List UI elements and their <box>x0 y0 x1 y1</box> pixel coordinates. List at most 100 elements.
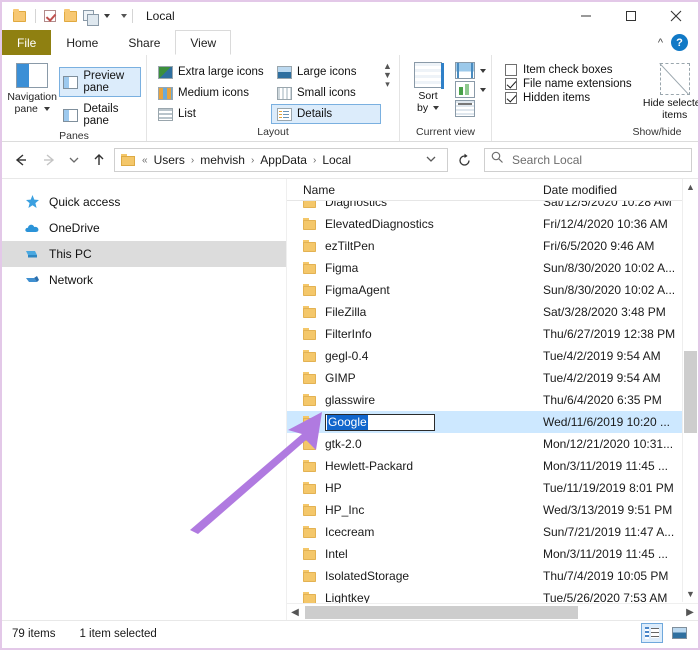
file-name-cell[interactable]: Figma <box>287 261 537 275</box>
details-view-icon[interactable] <box>641 623 663 643</box>
rename-input[interactable]: Google <box>325 413 435 431</box>
item-check-boxes-checkbox[interactable] <box>505 64 517 76</box>
back-arrow-icon[interactable] <box>8 147 34 173</box>
checkbox-icon[interactable] <box>41 7 59 25</box>
copy-icon[interactable] <box>81 7 99 26</box>
file-name-cell[interactable]: Hewlett-Packard <box>287 459 537 473</box>
table-row[interactable]: Figma Sun/8/30/2020 10:02 A... <box>287 257 698 279</box>
hidden-items-option[interactable]: Hidden items <box>505 92 632 104</box>
customize-toolbar-icon[interactable] <box>121 14 127 18</box>
collapse-ribbon-icon[interactable]: ^ <box>658 37 663 49</box>
breadcrumb-sep-2[interactable]: › <box>312 155 317 166</box>
add-columns-button[interactable] <box>455 62 486 79</box>
horizontal-scroll-track[interactable] <box>303 605 682 619</box>
tab-view[interactable]: View <box>175 30 232 55</box>
group-by-chevron-icon[interactable] <box>480 87 486 92</box>
file-name-cell[interactable]: HP_Inc <box>287 503 537 517</box>
table-row[interactable]: Icecream Sun/7/21/2019 11:47 A... <box>287 521 698 543</box>
file-name-cell[interactable]: FigmaAgent <box>287 283 537 297</box>
table-row[interactable]: FilterInfo Thu/6/27/2019 12:38 PM <box>287 323 698 345</box>
file-name-cell[interactable]: gegl-0.4 <box>287 349 537 363</box>
sidebar-item-this-pc[interactable]: This PC <box>2 241 286 267</box>
scroll-left-icon[interactable]: ◀ <box>287 607 303 618</box>
help-icon[interactable]: ? <box>671 34 688 51</box>
file-list[interactable]: Diagnostics Sat/12/5/2020 10:28 AM Elevate… <box>287 201 698 603</box>
breadcrumb-item-local[interactable]: Local <box>319 152 354 168</box>
file-name-cell[interactable]: Lightkey <box>287 591 537 603</box>
file-name-cell[interactable]: ElevatedDiagnostics <box>287 217 537 231</box>
table-row[interactable]: Diagnostics Sat/12/5/2020 10:28 AM <box>287 201 698 213</box>
layout-extra-large-icons[interactable]: Extra large icons <box>152 62 270 82</box>
scroll-up-icon[interactable]: ▲ <box>683 179 698 195</box>
vertical-scroll-thumb[interactable] <box>684 351 697 433</box>
maximize-icon[interactable] <box>608 2 653 30</box>
file-name-cell[interactable]: Google <box>287 413 537 431</box>
file-name-cell[interactable]: HP <box>287 481 537 495</box>
layout-large-icons[interactable]: Large icons <box>271 62 381 82</box>
breadcrumb-sep-0[interactable]: › <box>190 155 195 166</box>
tab-home[interactable]: Home <box>51 30 113 55</box>
file-name-cell[interactable]: FilterInfo <box>287 327 537 341</box>
layout-list[interactable]: List <box>152 104 270 124</box>
breadcrumb-sep-1[interactable]: › <box>250 155 255 166</box>
hide-selected-items-button[interactable]: Hide selected items <box>632 59 698 121</box>
folder-icon-2[interactable] <box>61 7 79 25</box>
sort-by-chevron-icon[interactable] <box>433 106 439 111</box>
refresh-icon[interactable] <box>450 148 478 172</box>
details-pane-toggle[interactable]: Details pane <box>59 100 141 130</box>
table-row[interactable]: HP_Inc Wed/3/13/2019 9:51 PM <box>287 499 698 521</box>
tab-file[interactable]: File <box>2 30 52 55</box>
group-by-button[interactable] <box>455 81 486 98</box>
breadcrumb-item-mehvish[interactable]: mehvish <box>197 152 248 168</box>
sidebar-item-onedrive[interactable]: OneDrive <box>2 215 286 241</box>
table-row[interactable]: Lightkey Tue/5/26/2020 7:53 AM <box>287 587 698 603</box>
table-row[interactable]: gtk-2.0 Mon/12/21/2020 10:31... <box>287 433 698 455</box>
table-row[interactable]: FigmaAgent Sun/8/30/2020 10:02 A... <box>287 279 698 301</box>
table-row[interactable]: FileZilla Sat/3/28/2020 3:48 PM <box>287 301 698 323</box>
file-name-cell[interactable]: FileZilla <box>287 305 537 319</box>
layout-medium-icons[interactable]: Medium icons <box>152 83 270 103</box>
file-name-cell[interactable]: ezTiltPen <box>287 239 537 253</box>
table-row[interactable]: ezTiltPen Fri/6/5/2020 9:46 AM <box>287 235 698 257</box>
horizontal-scrollbar[interactable]: ◀ ▶ <box>287 603 698 620</box>
file-name-cell[interactable]: Diagnostics <box>287 201 537 209</box>
breadcrumb-item-users[interactable]: Users <box>151 152 188 168</box>
gallery-expand-icon[interactable]: ▾ <box>383 80 392 89</box>
hidden-items-checkbox[interactable] <box>505 92 517 104</box>
close-icon[interactable] <box>653 2 698 30</box>
size-columns-button[interactable] <box>455 100 486 117</box>
preview-pane-toggle[interactable]: Preview pane <box>59 67 141 97</box>
horizontal-scroll-thumb[interactable] <box>305 605 578 619</box>
sidebar-item-network[interactable]: Network <box>2 267 286 293</box>
file-name-cell[interactable]: IsolatedStorage <box>287 569 537 583</box>
table-row[interactable]: IsolatedStorage Thu/7/4/2019 10:05 PM <box>287 565 698 587</box>
layout-details[interactable]: Details <box>271 104 381 124</box>
sidebar-item-quick-access[interactable]: Quick access <box>2 189 286 215</box>
table-row[interactable]: Google Wed/11/6/2019 10:20 ... <box>287 411 698 433</box>
file-name-extensions-checkbox[interactable] <box>505 78 517 90</box>
navigation-pane-button[interactable]: Navigation pane <box>7 59 57 115</box>
table-row[interactable]: glasswire Thu/6/4/2020 6:35 PM <box>287 389 698 411</box>
add-columns-chevron-icon[interactable] <box>480 68 486 73</box>
column-header-date-modified[interactable]: Date modified <box>537 183 698 197</box>
file-name-extensions-option[interactable]: File name extensions <box>505 78 632 90</box>
table-row[interactable]: Intel Mon/3/11/2019 11:45 ... <box>287 543 698 565</box>
file-name-cell[interactable]: Icecream <box>287 525 537 539</box>
file-name-cell[interactable]: Intel <box>287 547 537 561</box>
sort-by-button[interactable]: Sort by <box>405 59 451 114</box>
table-row[interactable]: ElevatedDiagnostics Fri/12/4/2020 10:36 A… <box>287 213 698 235</box>
recent-locations-icon[interactable] <box>64 147 84 173</box>
vertical-scrollbar[interactable]: ▲ ▼ <box>682 179 698 602</box>
large-icons-view-icon[interactable] <box>668 623 690 643</box>
file-name-cell[interactable]: glasswire <box>287 393 537 407</box>
search-input[interactable]: Search Local <box>484 148 692 172</box>
breadcrumb[interactable]: « Users › mehvish › AppData › Local <box>114 148 448 172</box>
chevron-down-icon[interactable] <box>43 107 50 112</box>
scroll-down-icon[interactable]: ▼ <box>683 586 698 602</box>
table-row[interactable]: gegl-0.4 Tue/4/2/2019 9:54 AM <box>287 345 698 367</box>
table-row[interactable]: HP Tue/11/19/2019 8:01 PM <box>287 477 698 499</box>
breadcrumb-item-appdata[interactable]: AppData <box>257 152 310 168</box>
tab-share[interactable]: Share <box>113 30 175 55</box>
breadcrumb-dropdown-icon[interactable] <box>419 151 443 169</box>
breadcrumb-overflow[interactable]: « <box>141 155 149 166</box>
